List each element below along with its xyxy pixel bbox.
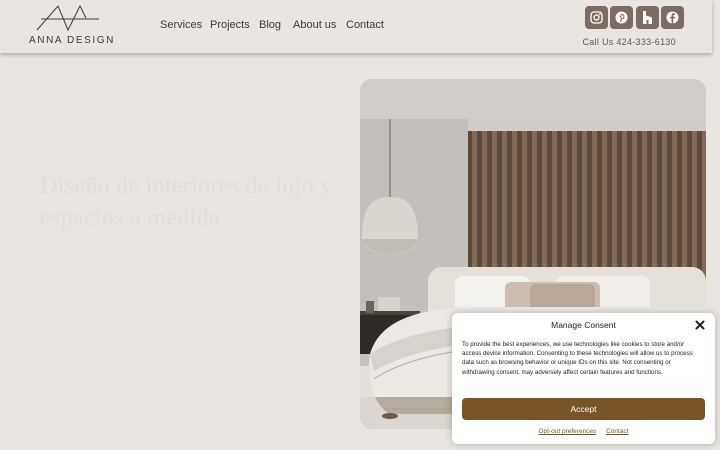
houzz-icon	[643, 11, 652, 24]
phone-number[interactable]: Call Us 424-333-6130	[582, 37, 676, 47]
hero-heading: Diseño de interiores de lujo y espacios …	[40, 173, 333, 231]
facebook-button[interactable]	[661, 6, 684, 29]
logo-mark-icon	[36, 4, 99, 32]
instagram-icon	[590, 11, 603, 24]
opt-out-preferences-link[interactable]: Opt-out preferences	[538, 428, 596, 435]
consent-contact-link[interactable]: Contact	[606, 428, 628, 435]
consent-text: To provide the best experiences, we use …	[462, 341, 693, 376]
nav-item-about-us[interactable]: About us	[293, 19, 336, 31]
brand-name: ANNA DESIGN	[29, 35, 115, 46]
facebook-icon	[666, 11, 679, 24]
close-icon[interactable]	[695, 320, 705, 330]
instagram-button[interactable]	[585, 6, 608, 29]
nav-item-projects[interactable]: Projects	[210, 19, 250, 31]
nav-item-services[interactable]: Services	[160, 19, 202, 31]
consent-links: Opt-out preferences Contact	[452, 428, 715, 435]
nav-item-contact[interactable]: Contact	[346, 19, 384, 31]
site-header: ANNA DESIGN Services Projects Blog About…	[0, 0, 712, 53]
accept-button[interactable]: Accept	[462, 398, 705, 420]
houzz-button[interactable]	[636, 6, 659, 29]
pinterest-button[interactable]	[610, 6, 633, 29]
consent-title: Manage Consent	[551, 320, 616, 330]
nav-item-blog[interactable]: Blog	[259, 19, 281, 31]
brand-logo[interactable]: ANNA DESIGN	[26, 4, 115, 48]
pinterest-icon	[615, 11, 628, 24]
consent-dialog: Manage Consent To provide the best exper…	[452, 313, 715, 444]
